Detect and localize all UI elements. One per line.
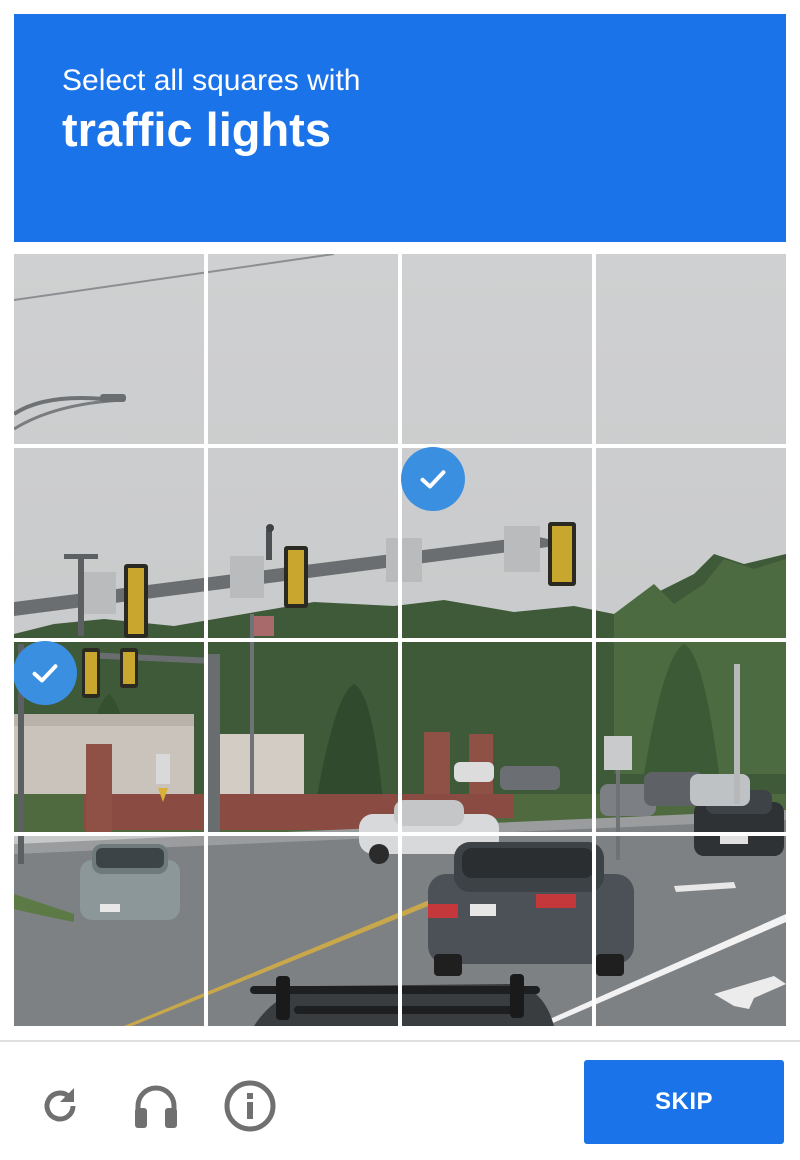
- grid-tile[interactable]: [208, 448, 399, 639]
- grid-tile[interactable]: [14, 836, 205, 1026]
- instruction-text: Select all squares with: [62, 64, 361, 97]
- reload-icon: [44, 1088, 76, 1122]
- grid-tile[interactable]: [14, 254, 205, 445]
- grid-divider: [14, 832, 786, 836]
- tile-grid: [14, 254, 786, 1026]
- image-grid: [14, 254, 786, 1026]
- grid-tile[interactable]: [402, 642, 593, 833]
- audio-challenge-button[interactable]: [126, 1076, 186, 1136]
- grid-tile[interactable]: [208, 642, 399, 833]
- grid-tile[interactable]: [402, 254, 593, 445]
- grid-tile[interactable]: [596, 642, 786, 833]
- challenge-header: Select all squares with traffic lights: [14, 14, 786, 242]
- grid-divider: [14, 638, 786, 642]
- info-icon: [224, 1080, 276, 1132]
- checkmark-icon: [401, 447, 465, 511]
- skip-button[interactable]: SKIP: [584, 1060, 784, 1144]
- grid-tile[interactable]: [596, 254, 786, 445]
- grid-tile[interactable]: [14, 448, 205, 639]
- grid-divider: [14, 444, 786, 448]
- headphones-icon: [135, 1085, 177, 1128]
- grid-tile[interactable]: [402, 836, 593, 1026]
- target-object-text: traffic lights: [62, 103, 331, 156]
- info-button[interactable]: [220, 1076, 280, 1136]
- grid-tile[interactable]: [596, 448, 786, 639]
- grid-tile[interactable]: [208, 836, 399, 1026]
- checkmark-icon: [14, 641, 77, 705]
- grid-tile[interactable]: [596, 836, 786, 1026]
- grid-tile[interactable]: [208, 254, 399, 445]
- reload-button[interactable]: [30, 1076, 90, 1136]
- footer-divider: [0, 1040, 800, 1042]
